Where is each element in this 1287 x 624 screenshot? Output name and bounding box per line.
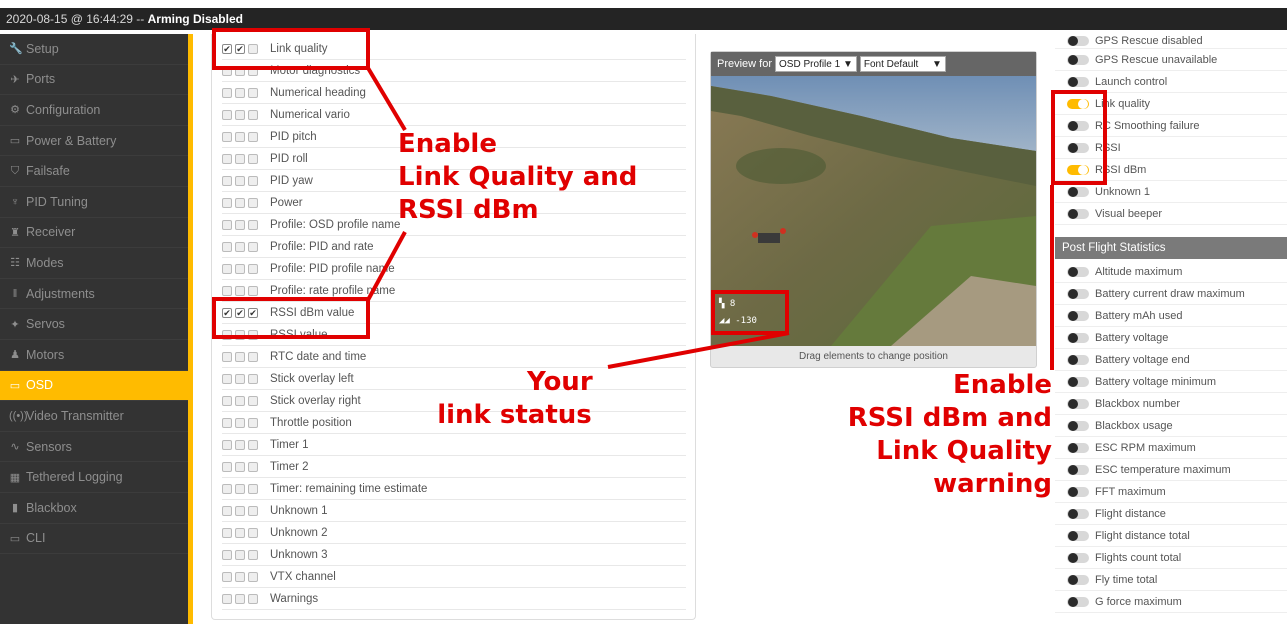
- annotation-enable-lq: Enable Link Quality and RSSI dBm: [398, 128, 637, 227]
- annotation-line: warning: [933, 469, 1052, 499]
- annotation-line: Link Quality and: [398, 162, 638, 192]
- annotation-line: Enable: [953, 370, 1052, 400]
- arrow-line-status: [607, 331, 790, 369]
- annotation-warning: Enable RSSI dBm and Link Quality warning: [780, 369, 1052, 501]
- annotation-link-status: Your link status: [417, 366, 612, 432]
- annotation-arrows: [366, 66, 1054, 370]
- annotation-line: Your: [527, 367, 593, 397]
- arrow-line-lq: [366, 66, 407, 132]
- annotation-line: link status: [437, 400, 592, 430]
- arrow-line-rssi: [366, 231, 407, 301]
- annotation-line: RSSI dBm and: [847, 403, 1052, 433]
- annotation-line: Link Quality: [876, 436, 1052, 466]
- annotation-line: Enable: [398, 129, 497, 159]
- annotation-line: RSSI dBm: [398, 195, 539, 225]
